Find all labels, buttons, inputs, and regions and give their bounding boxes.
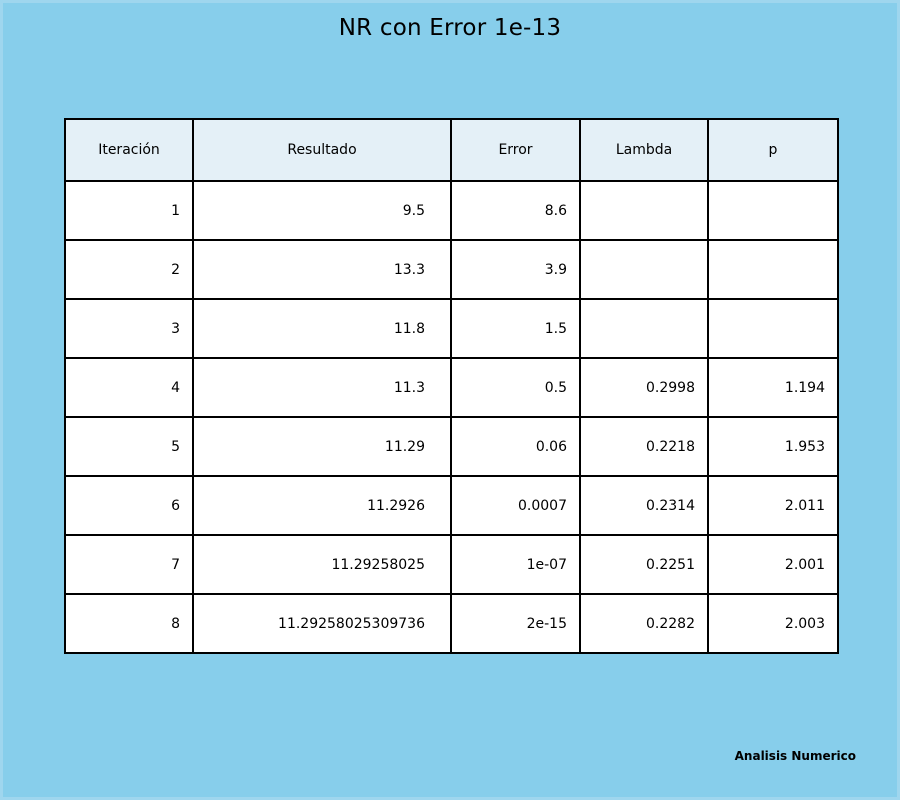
cell-iteracion: 6 — [64, 475, 194, 536]
chart-title: NR con Error 1e-13 — [338, 15, 562, 41]
cell-p: 1.194 — [707, 357, 839, 418]
cell-lambda — [579, 239, 709, 300]
cell-p: 1.953 — [707, 416, 839, 477]
cell-lambda: 0.2282 — [579, 593, 709, 654]
cell-resultado: 11.29 — [192, 416, 452, 477]
cell-error: 0.5 — [450, 357, 581, 418]
table-row: 2 13.3 3.9 — [64, 239, 839, 300]
cell-error: 1e-07 — [450, 534, 581, 595]
cell-resultado: 11.29258025309736 — [192, 593, 452, 654]
header-lambda: Lambda — [579, 118, 709, 182]
cell-p — [707, 239, 839, 300]
header-row: Iteración Resultado Error Lambda p — [64, 118, 839, 182]
header-error: Error — [450, 118, 581, 182]
header-p: p — [707, 118, 839, 182]
cell-p: 2.011 — [707, 475, 839, 536]
table-row: 7 11.29258025 1e-07 0.2251 2.001 — [64, 534, 839, 595]
cell-iteracion: 4 — [64, 357, 194, 418]
cell-iteracion: 5 — [64, 416, 194, 477]
cell-iteracion: 3 — [64, 298, 194, 359]
cell-error: 2e-15 — [450, 593, 581, 654]
cell-error: 0.06 — [450, 416, 581, 477]
cell-resultado: 11.8 — [192, 298, 452, 359]
cell-lambda: 0.2251 — [579, 534, 709, 595]
cell-error: 8.6 — [450, 180, 581, 241]
table-row: 8 11.29258025309736 2e-15 0.2282 2.003 — [64, 593, 839, 654]
cell-error: 0.0007 — [450, 475, 581, 536]
cell-iteracion: 1 — [64, 180, 194, 241]
cell-iteracion: 2 — [64, 239, 194, 300]
cell-p — [707, 298, 839, 359]
table-row: 3 11.8 1.5 — [64, 298, 839, 359]
cell-resultado: 9.5 — [192, 180, 452, 241]
cell-resultado: 13.3 — [192, 239, 452, 300]
cell-p: 2.003 — [707, 593, 839, 654]
table-row: 4 11.3 0.5 0.2998 1.194 — [64, 357, 839, 418]
figure-canvas: NR con Error 1e-13 Iteración Resultado E… — [0, 0, 900, 800]
cell-p: 2.001 — [707, 534, 839, 595]
cell-lambda — [579, 180, 709, 241]
cell-iteracion: 7 — [64, 534, 194, 595]
cell-iteracion: 8 — [64, 593, 194, 654]
table-row: 6 11.2926 0.0007 0.2314 2.011 — [64, 475, 839, 536]
results-table: Iteración Resultado Error Lambda p 1 9.5 8… — [64, 118, 839, 654]
cell-error: 3.9 — [450, 239, 581, 300]
header-iteracion: Iteración — [64, 118, 194, 182]
cell-lambda: 0.2218 — [579, 416, 709, 477]
table-row: 5 11.29 0.06 0.2218 1.953 — [64, 416, 839, 477]
header-resultado: Resultado — [192, 118, 452, 182]
cell-p — [707, 180, 839, 241]
cell-resultado: 11.3 — [192, 357, 452, 418]
table-row: 1 9.5 8.6 — [64, 180, 839, 241]
cell-lambda: 0.2998 — [579, 357, 709, 418]
cell-lambda: 0.2314 — [579, 475, 709, 536]
cell-lambda — [579, 298, 709, 359]
cell-error: 1.5 — [450, 298, 581, 359]
cell-resultado: 11.2926 — [192, 475, 452, 536]
footer-label: Analisis Numerico — [734, 749, 856, 763]
cell-resultado: 11.29258025 — [192, 534, 452, 595]
